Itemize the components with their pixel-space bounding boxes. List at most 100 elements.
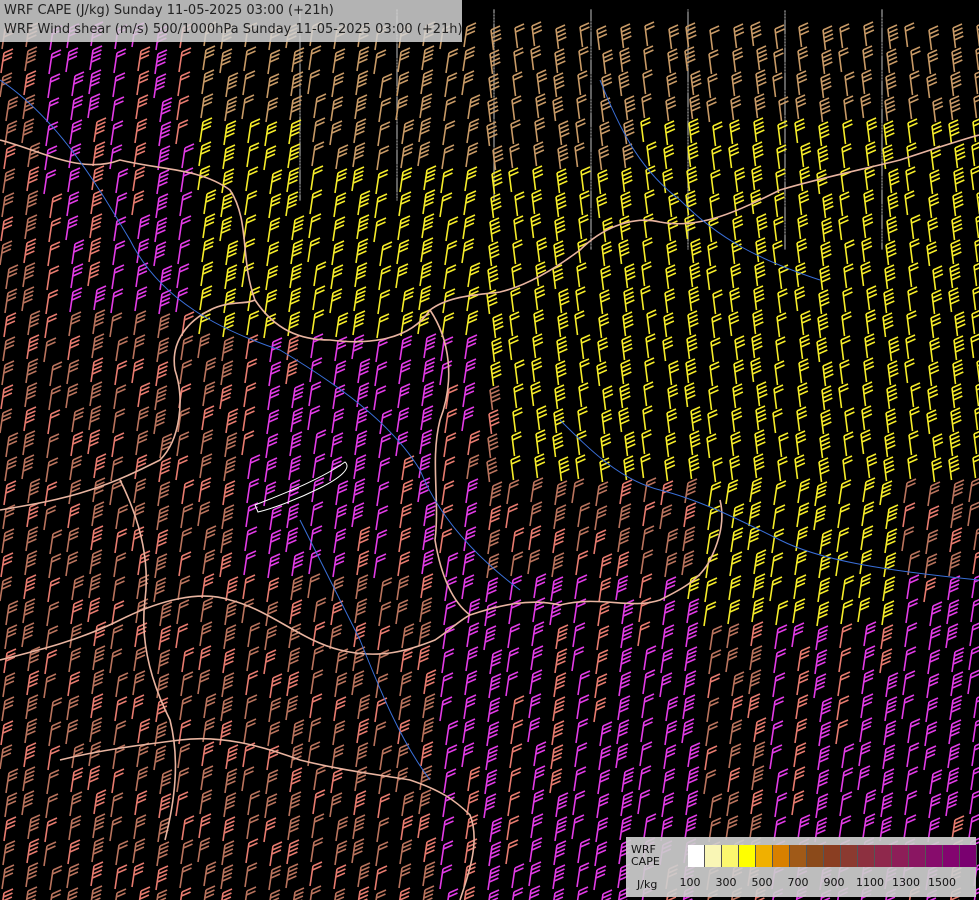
stipple-dot [784, 63, 786, 65]
stipple-dot [396, 165, 398, 167]
stipple-dot [590, 227, 592, 229]
legend-unit: J/kg [637, 878, 658, 891]
stipple-dot [396, 199, 398, 201]
stipple-dot [299, 185, 301, 187]
stipple-dot [590, 118, 592, 120]
stipple-dot [784, 44, 786, 46]
stipple-dot [784, 234, 786, 236]
stipple-dot [687, 111, 689, 113]
stipple-dot [687, 195, 689, 197]
stipple-dot [784, 165, 786, 167]
stipple-dot [590, 230, 592, 232]
stipple-dot [590, 37, 592, 39]
stipple-dot [590, 34, 592, 36]
stipple-dot [784, 131, 786, 133]
stipple-dot [784, 153, 786, 155]
stipple-dot [784, 50, 786, 52]
stipple-dot [784, 53, 786, 55]
stipple-dot [493, 144, 495, 146]
legend-tick-label: 900 [823, 876, 845, 889]
stipple-dot [299, 160, 301, 162]
stipple-dot [687, 14, 689, 16]
cape-legend: WRF CAPE J/kg 100 300 500 700 900 1100 1300 150… [626, 837, 977, 897]
stipple-dot [881, 170, 883, 172]
stipple-dot [687, 11, 689, 13]
legend-swatch [943, 845, 960, 867]
stipple-dot [590, 162, 592, 164]
stipple-dot [687, 89, 689, 91]
stipple-dot [590, 128, 592, 130]
legend-swatch [722, 845, 739, 867]
stipple-dot [784, 228, 786, 230]
stipple-dot [881, 145, 883, 147]
stipple-dot [396, 177, 398, 179]
stipple-dot [493, 141, 495, 143]
stipple-dot [590, 156, 592, 158]
stipple-dot [493, 70, 495, 72]
stipple-dot [299, 175, 301, 177]
legend-swatch [790, 845, 807, 867]
stipple-dot [299, 91, 301, 93]
stipple-dot [396, 152, 398, 154]
stipple-dot [881, 130, 883, 132]
stipple-dot [590, 50, 592, 52]
stipple-dot [784, 225, 786, 227]
stipple-dot [590, 109, 592, 111]
stipple-dot [881, 108, 883, 110]
stipple-dot [784, 203, 786, 205]
stipple-dot [881, 136, 883, 138]
stipple-dot [590, 140, 592, 142]
stipple-dot [590, 47, 592, 49]
stipple-dot [687, 126, 689, 128]
stipple-dot [687, 242, 689, 244]
stipple-dot [396, 55, 398, 57]
stipple-dot [687, 95, 689, 97]
stipple-dot [881, 49, 883, 51]
stipple-dot [687, 120, 689, 122]
stipple-dot [299, 194, 301, 196]
stipple-dot [590, 212, 592, 214]
stipple-dot [590, 65, 592, 67]
stipple-dot [881, 58, 883, 60]
stipple-dot [299, 44, 301, 46]
stipple-dot [590, 71, 592, 73]
stipple-dot [396, 59, 398, 61]
stipple-dot [299, 178, 301, 180]
stipple-dot [784, 106, 786, 108]
stipple-dot [881, 158, 883, 160]
legend-tick-label: 1300 [892, 876, 920, 889]
stipple-dot [590, 215, 592, 217]
stipple-dot [590, 124, 592, 126]
stipple-dot [590, 199, 592, 201]
stipple-dot [396, 168, 398, 170]
stipple-dot [396, 52, 398, 54]
stipple-dot [881, 189, 883, 191]
stipple-dot [396, 130, 398, 132]
stipple-dot [396, 136, 398, 138]
stipple-dot [881, 14, 883, 16]
stipple-dot [396, 171, 398, 173]
stipple-dot [396, 127, 398, 129]
stipple-dot [493, 23, 495, 25]
stipple-dot [299, 47, 301, 49]
stipple-dot [493, 132, 495, 134]
stipple-dot [784, 181, 786, 183]
stipple-dot [590, 68, 592, 70]
stipple-dot [687, 136, 689, 138]
stipple-dot [784, 91, 786, 93]
legend-swatch [739, 845, 756, 867]
stipple-dot [299, 138, 301, 140]
stipple-dot [396, 193, 398, 195]
stipple-dot [590, 106, 592, 108]
stipple-dot [590, 31, 592, 33]
stipple-dot [784, 178, 786, 180]
stipple-dot [396, 49, 398, 51]
stipple-dot [396, 124, 398, 126]
stipple-dot [590, 22, 592, 24]
stipple-dot [881, 39, 883, 41]
stipple-dot [784, 56, 786, 58]
stipple-dot [590, 153, 592, 155]
stipple-dot [299, 141, 301, 143]
stipple-dot [881, 133, 883, 135]
stipple-dot [881, 161, 883, 163]
